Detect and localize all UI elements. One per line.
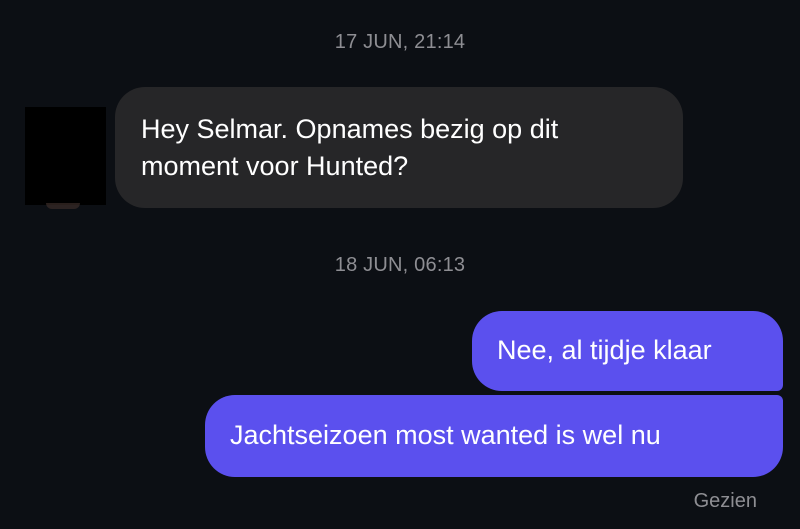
outgoing-message-bubble[interactable]: Jachtseizoen most wanted is wel nu (205, 395, 783, 477)
message-text: Jachtseizoen most wanted is wel nu (230, 420, 661, 450)
timestamp-divider: 18 JUN, 06:13 (334, 254, 466, 276)
message-text: Nee, al tijdje klaar (497, 335, 712, 365)
outgoing-message-bubble[interactable]: Nee, al tijdje klaar (472, 311, 783, 391)
timestamp-divider: 17 JUN, 21:14 (334, 31, 466, 53)
message-text: Hey Selmar. Opnames bezig op dit moment … (141, 114, 559, 181)
incoming-message-bubble[interactable]: Hey Selmar. Opnames bezig op dit moment … (115, 87, 683, 208)
sender-avatar[interactable] (25, 107, 106, 205)
avatar-edge (46, 203, 80, 209)
read-receipt: Gezien (693, 490, 757, 512)
